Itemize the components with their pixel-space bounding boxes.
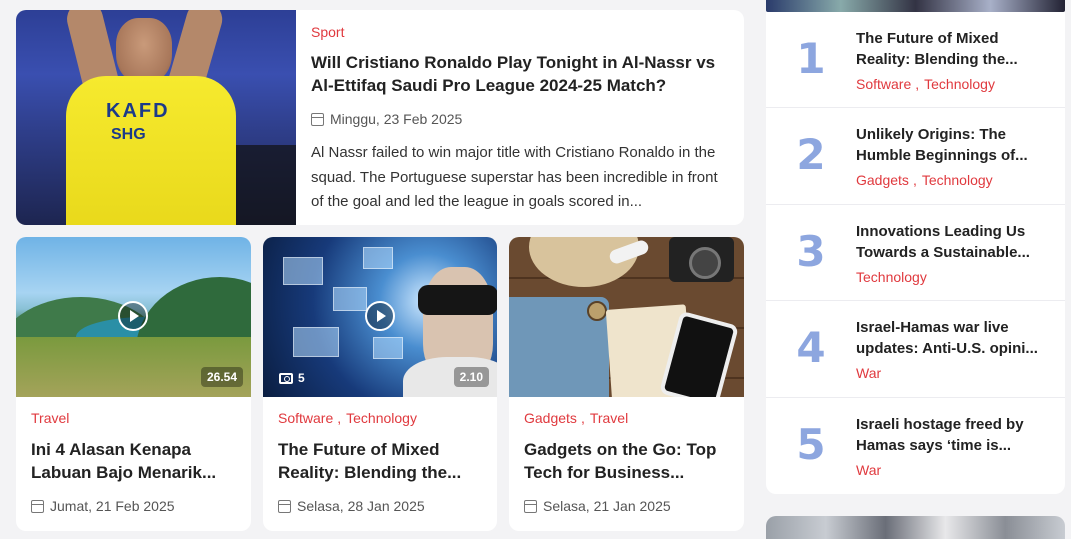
photo-count: 5 xyxy=(279,371,305,385)
calendar-icon xyxy=(278,499,291,513)
popular-item[interactable]: 3 Innovations Leading Us Towards a Susta… xyxy=(766,205,1065,302)
popular-item-body: Israel-Hamas war live updates: Anti-U.S.… xyxy=(856,316,1049,381)
article-card[interactable]: 26.54 Travel Ini 4 Alasan Kenapa Labuan … xyxy=(16,237,251,531)
calendar-icon xyxy=(31,499,44,513)
camera-icon xyxy=(279,372,293,384)
image-detail xyxy=(669,237,734,282)
image-detail xyxy=(529,237,639,287)
rank-number: 4 xyxy=(796,323,826,373)
card-category[interactable]: Travel xyxy=(31,410,236,426)
play-icon[interactable] xyxy=(118,301,148,331)
photo-count-text: 5 xyxy=(298,371,305,385)
popular-item-category[interactable]: Gadgets, Technology xyxy=(856,172,1049,188)
card-date-text: Selasa, 21 Jan 2025 xyxy=(543,498,671,514)
image-detail xyxy=(293,327,339,357)
popular-item[interactable]: 1 The Future of Mixed Reality: Blending … xyxy=(766,12,1065,109)
play-icon[interactable] xyxy=(365,301,395,331)
image-detail xyxy=(373,337,403,359)
popular-item-body: Unlikely Origins: The Humble Beginnings … xyxy=(856,123,1049,188)
video-duration: 2.10 xyxy=(453,367,489,387)
sidebar-next-image[interactable] xyxy=(766,516,1065,539)
jersey-logo-text: KAFD xyxy=(106,100,170,122)
card-body: Gadgets, Travel Gadgets on the Go: Top Te… xyxy=(509,397,744,514)
popular-item-title[interactable]: Innovations Leading Us Towards a Sustain… xyxy=(856,221,1049,263)
featured-excerpt: Al Nassr failed to win major title with … xyxy=(311,144,718,210)
popular-item-title[interactable]: Israel-Hamas war live updates: Anti-U.S.… xyxy=(856,317,1049,359)
popular-item-category[interactable]: Technology xyxy=(856,269,1049,285)
card-category[interactable]: Gadgets, Travel xyxy=(524,410,729,426)
popular-item-category[interactable]: War xyxy=(856,365,1049,381)
card-title[interactable]: The Future of Mixed Reality: Blending th… xyxy=(278,438,482,484)
popular-item-category[interactable]: War xyxy=(856,462,1049,478)
card-thumbnail[interactable]: 5 2.10 xyxy=(263,237,497,397)
image-detail xyxy=(66,76,236,225)
popular-item-body: Israeli hostage freed by Hamas says ‘tim… xyxy=(856,413,1049,478)
calendar-icon xyxy=(311,112,324,126)
rank-number: 2 xyxy=(796,130,826,180)
popular-item-title[interactable]: Unlikely Origins: The Humble Beginnings … xyxy=(856,124,1049,166)
featured-date: Minggu, 23 Feb 2025 xyxy=(311,111,728,127)
card-date: Selasa, 21 Jan 2025 xyxy=(524,498,729,514)
popular-item-title[interactable]: Israeli hostage freed by Hamas says ‘tim… xyxy=(856,414,1049,456)
featured-category[interactable]: Sport xyxy=(311,24,728,40)
card-date-text: Jumat, 21 Feb 2025 xyxy=(50,498,175,514)
card-body: Travel Ini 4 Alasan Kenapa Labuan Bajo M… xyxy=(16,397,251,514)
card-date: Selasa, 28 Jan 2025 xyxy=(278,498,482,514)
image-detail xyxy=(418,285,497,315)
image-detail xyxy=(363,247,393,269)
popular-list: 1 The Future of Mixed Reality: Blending … xyxy=(766,12,1065,494)
rank-number: 5 xyxy=(796,419,826,469)
popular-item-body: Innovations Leading Us Towards a Sustain… xyxy=(856,220,1049,285)
rank-number: 3 xyxy=(796,226,826,276)
featured-body: Sport Will Cristiano Ronaldo Play Tonigh… xyxy=(296,10,744,225)
popular-item-body: The Future of Mixed Reality: Blending th… xyxy=(856,27,1049,92)
image-detail xyxy=(236,145,296,225)
popular-item-category[interactable]: Software, Technology xyxy=(856,76,1049,92)
image-detail xyxy=(116,18,172,84)
featured-thumbnail[interactable]: KAFD SHG xyxy=(16,10,296,225)
rank-number: 1 xyxy=(796,34,826,83)
card-date-text: Selasa, 28 Jan 2025 xyxy=(297,498,425,514)
image-detail xyxy=(283,257,323,285)
image-detail xyxy=(333,287,367,311)
image-detail xyxy=(587,301,607,321)
card-title[interactable]: Ini 4 Alasan Kenapa Labuan Bajo Menarik.… xyxy=(31,438,236,484)
card-date: Jumat, 21 Feb 2025 xyxy=(31,498,236,514)
popular-item[interactable]: 2 Unlikely Origins: The Humble Beginning… xyxy=(766,108,1065,205)
featured-article[interactable]: KAFD SHG Sport Will Cristiano Ronaldo Pl… xyxy=(16,10,744,225)
sidebar-banner-image[interactable] xyxy=(766,0,1065,12)
popular-item[interactable]: 5 Israeli hostage freed by Hamas says ‘t… xyxy=(766,398,1065,494)
card-title[interactable]: Gadgets on the Go: Top Tech for Business… xyxy=(524,438,729,484)
card-thumbnail[interactable]: 26.54 xyxy=(16,237,251,397)
featured-date-text: Minggu, 23 Feb 2025 xyxy=(330,111,463,127)
article-card[interactable]: 5 2.10 Software, Technology The Future of… xyxy=(263,237,497,531)
calendar-icon xyxy=(524,499,537,513)
video-duration: 26.54 xyxy=(200,367,243,387)
featured-title[interactable]: Will Cristiano Ronaldo Play Tonight in A… xyxy=(311,51,728,97)
card-thumbnail[interactable] xyxy=(509,237,744,397)
news-page: KAFD SHG Sport Will Cristiano Ronaldo Pl… xyxy=(0,0,1071,539)
jersey-sponsor-text: SHG xyxy=(111,126,146,143)
card-body: Software, Technology The Future of Mixed … xyxy=(263,397,497,514)
popular-item[interactable]: 4 Israel-Hamas war live updates: Anti-U.… xyxy=(766,301,1065,398)
popular-item-title[interactable]: The Future of Mixed Reality: Blending th… xyxy=(856,28,1049,70)
card-category[interactable]: Software, Technology xyxy=(278,410,482,426)
article-card[interactable]: Gadgets, Travel Gadgets on the Go: Top Te… xyxy=(509,237,744,531)
